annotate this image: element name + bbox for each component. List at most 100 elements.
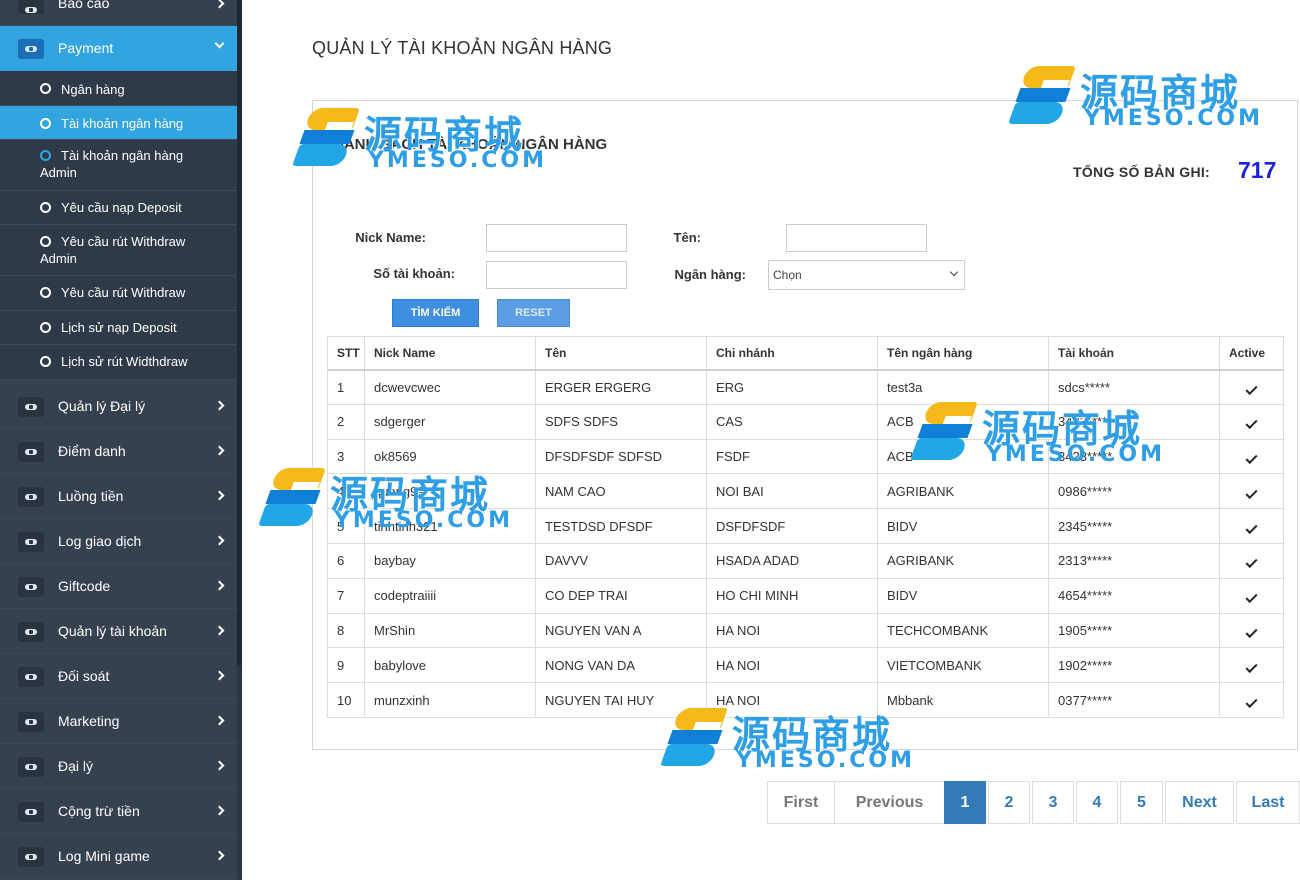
pagination-page-5[interactable]: 5	[1120, 781, 1163, 824]
cell-ten-ngan-hang: VIETCOMBANK	[877, 647, 1049, 684]
sidebar-item[interactable]: Giftcode	[0, 564, 237, 609]
submenu-item-tai-khoan-ngan-hang[interactable]: Tài khoản ngân hàng	[0, 106, 237, 140]
submenu-item-yeu-cau-rut-withdraw-admin[interactable]: Yêu cầu rút Withdraw Admin	[0, 225, 237, 276]
gamepad-icon	[18, 39, 44, 59]
sidebar-item[interactable]: Điểm danh	[0, 429, 237, 474]
pagination-next[interactable]: Next	[1165, 781, 1234, 824]
cell-tai-khoan: 4654*****	[1048, 577, 1220, 614]
sidebar-item[interactable]: Log Mini game	[0, 834, 237, 879]
sidebar-item-label: Quản lý Đại lý	[58, 398, 146, 414]
sidebar-menu: Quản lý Đại lý Điểm danh Luồng tiền Log gia…	[0, 384, 237, 879]
table-row[interactable]: 3 ok8569 DFSDFSDF SDFSD FSDF ACB 3423*****	[327, 438, 1284, 475]
scrollbar-thumb[interactable]	[237, 0, 242, 665]
table-row[interactable]: 7 codeptraiiii CO DEP TRAI HO CHI MINH BIDV 4…	[327, 577, 1284, 614]
col-header-ten[interactable]: Tên	[535, 336, 707, 371]
circle-icon	[40, 118, 51, 129]
sidebar-item-payment[interactable]: Payment	[0, 26, 237, 71]
table-row[interactable]: 2 sdgerger SDFS SDFS CAS ACB 3423*****	[327, 403, 1284, 440]
gamepad-icon	[18, 802, 44, 822]
sidebar-item-label: Đại lý	[58, 758, 94, 774]
check-icon	[1245, 451, 1258, 464]
submenu-item-lich-su-nap-deposit[interactable]: Lịch sử nạp Deposit	[0, 311, 237, 345]
cell-tai-khoan: 2313*****	[1048, 542, 1220, 579]
submenu-item-yeu-cau-rut-withdraw[interactable]: Yêu cầu rút Withdraw	[0, 276, 237, 311]
chevron-right-icon	[214, 715, 225, 726]
circle-icon	[40, 236, 51, 247]
pagination-previous[interactable]: Previous	[834, 781, 945, 824]
reset-button[interactable]: RESET	[497, 299, 570, 327]
gamepad-icon	[18, 757, 44, 777]
col-header-nick-name[interactable]: Nick Name	[364, 336, 536, 371]
table-row[interactable]: 10 munzxinh NGUYEN TAI HUY HA NOI Mbbank 0377…	[327, 682, 1284, 718]
table-row[interactable]: 8 MrShin NGUYEN VAN A HA NOI TECHCOMBANK 1905…	[327, 612, 1284, 649]
nick-name-input[interactable]	[486, 224, 627, 252]
cell-active	[1219, 647, 1284, 684]
col-header-ten-ngan-hang[interactable]: Tên ngân hàng	[877, 336, 1049, 371]
sidebar-item[interactable]: Cộng trừ tiền	[0, 789, 237, 834]
pagination-first[interactable]: First	[767, 781, 835, 824]
chevron-right-icon	[214, 580, 225, 591]
page-title: QUẢN LÝ TÀI KHOẢN NGÂN HÀNG	[312, 38, 613, 58]
circle-icon	[40, 356, 51, 367]
sidebar-item[interactable]: Luồng tiền	[0, 474, 237, 519]
table-row[interactable]: 5 tinhtinh321 TESTDSD DFSDF DSFDFSDF BIDV 234…	[327, 508, 1284, 544]
cell-chi-nhanh: HA NOI	[706, 612, 878, 649]
cell-ten: NGUYEN VAN A	[535, 612, 707, 649]
submenu-item-yeu-cau-nap-deposit[interactable]: Yêu cầu nạp Deposit	[0, 191, 237, 225]
cell-stt: 6	[327, 542, 365, 579]
submenu-item-ngan-hang[interactable]: Ngân hàng	[0, 71, 237, 106]
table-row[interactable]: 4 quang99 NAM CAO NOI BAI AGRIBANK 0986*****	[327, 473, 1284, 510]
sidebar-scrollbar[interactable]	[237, 0, 242, 880]
cell-ten: ERGER ERGERG	[535, 369, 707, 405]
cell-ten: NAM CAO	[535, 473, 707, 510]
cell-ten-ngan-hang: BIDV	[877, 577, 1049, 614]
sidebar-item-label: Log giao dịch	[58, 533, 142, 549]
submenu-item-lich-su-rut-widthdraw[interactable]: Lịch sử rút Widthdraw	[0, 345, 237, 380]
sidebar-item[interactable]: Marketing	[0, 699, 237, 744]
circle-icon	[40, 287, 51, 298]
pagination-page-2[interactable]: 2	[988, 781, 1030, 824]
cell-nick-name: munzxinh	[364, 682, 536, 718]
cell-ten: NGUYEN TAI HUY	[535, 682, 707, 718]
sidebar-item[interactable]: Quản lý Đại lý	[0, 384, 237, 429]
sidebar-item-bao-cao[interactable]: Báo cáo	[0, 0, 237, 26]
chevron-right-icon	[214, 760, 225, 771]
table-row[interactable]: 6 baybay DAVVV HSADA ADAD AGRIBANK 2313*****	[327, 542, 1284, 579]
submenu-item-label: Yêu cầu rút Withdraw	[61, 285, 186, 300]
chevron-right-icon	[214, 400, 225, 411]
pagination-page-3[interactable]: 3	[1032, 781, 1074, 824]
sidebar-item[interactable]: Đại lý	[0, 744, 237, 789]
check-icon	[1245, 625, 1258, 638]
circle-icon	[40, 83, 51, 94]
cell-stt: 2	[327, 403, 365, 440]
cell-ten-ngan-hang: AGRIBANK	[877, 473, 1049, 510]
col-header-chi-nhanh[interactable]: Chi nhánh	[706, 336, 878, 371]
gamepad-icon	[18, 397, 44, 417]
so-tai-khoan-input[interactable]	[486, 261, 627, 289]
col-header-stt[interactable]: STT	[327, 336, 365, 371]
sidebar-item[interactable]: Log giao dịch	[0, 519, 237, 564]
cell-tai-khoan: 0377*****	[1048, 682, 1220, 718]
sidebar-item[interactable]: Đối soát	[0, 654, 237, 699]
chevron-right-icon	[214, 670, 225, 681]
pagination-last[interactable]: Last	[1236, 781, 1300, 824]
submenu-item-tai-khoan-ngan-hang-admin[interactable]: Tài khoản ngân hàng Admin	[0, 140, 237, 191]
col-header-tai-khoan[interactable]: Tài khoản	[1048, 336, 1220, 371]
sidebar-item[interactable]: Quản lý tài khoản	[0, 609, 237, 654]
ngan-hang-select[interactable]: Chọn	[768, 260, 965, 290]
search-button[interactable]: TÌM KIẾM	[392, 299, 479, 327]
cell-ten-ngan-hang: AGRIBANK	[877, 542, 1049, 579]
chevron-right-icon	[214, 490, 225, 501]
col-header-active[interactable]: Active	[1219, 336, 1284, 371]
payment-submenu: Ngân hàng Tài khoản ngân hàng Tài khoản …	[0, 71, 237, 380]
ten-input[interactable]	[786, 224, 927, 252]
pagination-page-1[interactable]: 1	[944, 781, 986, 824]
cell-ten-ngan-hang: test3a	[877, 369, 1049, 405]
table-row[interactable]: 9 babylove NONG VAN DA HA NOI VIETCOMBANK 190…	[327, 647, 1284, 684]
gamepad-icon	[18, 712, 44, 732]
sidebar-item-label: Điểm danh	[58, 443, 126, 459]
table-row[interactable]: 1 dcwevcwec ERGER ERGERG ERG test3a sdcs*****	[327, 369, 1284, 405]
pagination-page-4[interactable]: 4	[1076, 781, 1118, 824]
sidebar-item-label: Payment	[58, 40, 114, 56]
chevron-right-icon	[214, 805, 225, 816]
